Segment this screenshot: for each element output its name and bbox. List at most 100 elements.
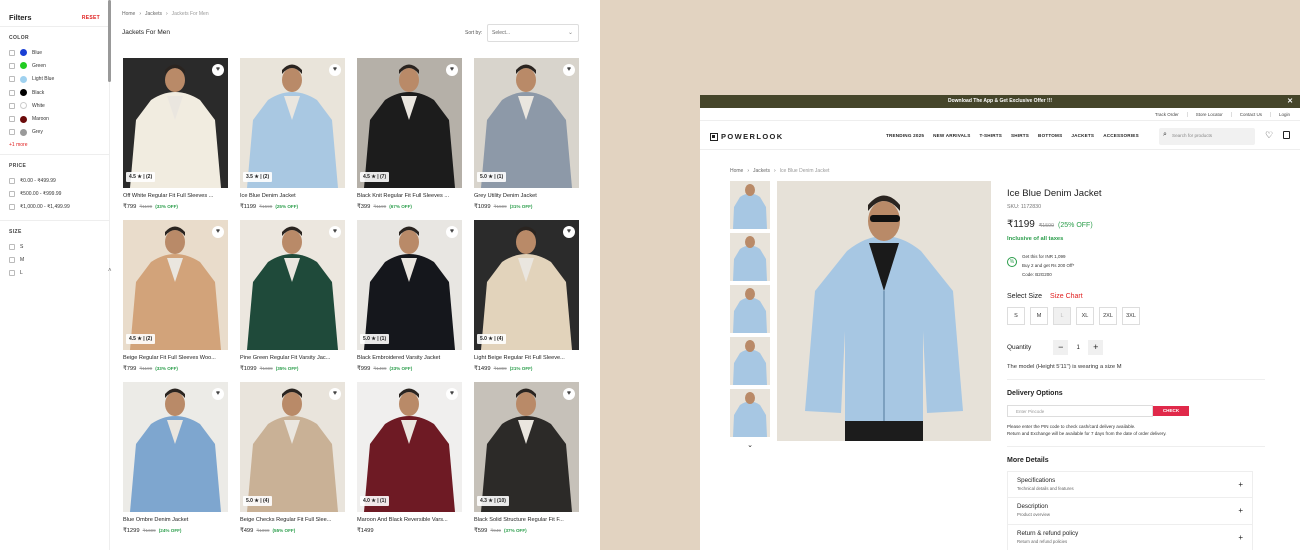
size-option[interactable]: S <box>9 240 100 253</box>
accordion-item[interactable]: Specifications Technical details and feat… <box>1007 471 1253 498</box>
color-option[interactable]: Light Blue <box>9 73 100 86</box>
product-image[interactable]: ♥ 4.3 ★ | (10) <box>474 382 579 512</box>
product-name[interactable]: Pine Green Regular Fit Varsity Jac... <box>240 355 345 361</box>
product-card[interactable]: ♥ Pine Green Regular Fit Varsity Jac... ₹1… <box>240 220 345 372</box>
nav-item[interactable]: NEW ARRIVALS <box>933 133 970 138</box>
product-image[interactable]: ♥ <box>240 220 345 350</box>
product-image[interactable]: ♥ 5.0 ★ | (1) <box>474 58 579 188</box>
size-option[interactable]: L <box>9 267 100 280</box>
plus-icon[interactable]: + <box>1238 533 1243 542</box>
check-pincode-button[interactable]: CHECK <box>1153 406 1189 416</box>
product-card[interactable]: ♥ Blue Ombre Denim Jacket ₹1299 ₹1699 (24% O… <box>123 382 228 534</box>
plus-icon[interactable]: + <box>1238 506 1243 515</box>
brand-logo[interactable]: POWERLOOK <box>710 132 784 141</box>
checkbox[interactable] <box>9 270 15 277</box>
product-thumbnail[interactable] <box>730 233 770 281</box>
product-image[interactable]: ♥ 5.0 ★ | (4) <box>240 382 345 512</box>
product-card[interactable]: ♥ 4.0 ★ | (1) Maroon And Black Reversible … <box>357 382 462 534</box>
promo-banner[interactable]: Download The App & Get Exclusive Offer !… <box>700 95 1300 108</box>
checkbox[interactable] <box>9 89 15 96</box>
quantity-value[interactable]: 1 <box>1068 345 1088 351</box>
nav-item[interactable]: ACCESSORIES <box>1103 133 1139 138</box>
product-name[interactable]: Black Embroidered Varsity Jacket <box>357 355 462 361</box>
color-option[interactable]: Blue <box>9 46 100 59</box>
product-image[interactable]: ♥ 4.5 ★ | (7) <box>357 58 462 188</box>
product-thumbnail[interactable] <box>730 285 770 333</box>
search-input[interactable]: ⌕ Search for products <box>1159 128 1255 145</box>
checkbox[interactable] <box>9 49 15 56</box>
wishlist-heart-icon[interactable]: ♥ <box>446 64 458 76</box>
store-locator-link[interactable]: Store Locator <box>1186 111 1223 117</box>
product-thumbnail[interactable] <box>730 389 770 437</box>
product-image[interactable]: ♥ 3.5 ★ | (2) <box>240 58 345 188</box>
size-option[interactable]: M <box>9 253 100 266</box>
product-image[interactable]: ♥ 4.5 ★ | (2) <box>123 220 228 350</box>
nav-item[interactable]: T-SHIRTS <box>979 133 1002 138</box>
nav-item[interactable]: JACKETS <box>1071 133 1094 138</box>
checkbox[interactable] <box>9 62 15 69</box>
product-image[interactable]: ♥ 4.0 ★ | (1) <box>357 382 462 512</box>
reset-filters-button[interactable]: RESET <box>82 15 100 21</box>
size-option-button[interactable]: L <box>1053 307 1071 325</box>
increase-quantity-button[interactable]: + <box>1088 340 1104 355</box>
wishlist-heart-icon[interactable]: ♥ <box>563 226 575 238</box>
chevron-down-icon[interactable]: ⌄ <box>730 441 770 449</box>
product-name[interactable]: Maroon And Black Reversible Vars... <box>357 517 462 523</box>
product-card[interactable]: ♥ 5.0 ★ | (4) Light Beige Regular Fit Full… <box>474 220 579 372</box>
price-option[interactable]: ₹1,000.00 - ₹1,499.99 <box>9 201 100 214</box>
color-option[interactable]: White <box>9 99 100 112</box>
checkbox[interactable] <box>9 116 15 123</box>
wishlist-heart-icon[interactable]: ♥ <box>329 226 341 238</box>
track-order-link[interactable]: Track Order <box>1155 112 1179 117</box>
product-name[interactable]: Grey Utility Denim Jacket <box>474 193 579 199</box>
color-option[interactable]: Grey <box>9 126 100 139</box>
scroll-up-arrow-icon[interactable]: ˄ <box>108 268 112 274</box>
breadcrumb-home[interactable]: Home <box>122 11 135 17</box>
breadcrumb-jackets[interactable]: Jackets <box>145 11 162 17</box>
checkbox[interactable] <box>9 191 15 198</box>
product-card[interactable]: ♥ 5.0 ★ | (1) Grey Utility Denim Jacket ₹10… <box>474 58 579 210</box>
product-card[interactable]: ♥ 4.5 ★ | (2) Off White Regular Fit Full S… <box>123 58 228 210</box>
wishlist-heart-icon[interactable]: ♥ <box>212 64 224 76</box>
price-option[interactable]: ₹500.00 - ₹999.99 <box>9 187 100 200</box>
wishlist-heart-icon[interactable]: ♥ <box>563 388 575 400</box>
size-option-button[interactable]: S <box>1007 307 1025 325</box>
product-card[interactable]: ♥ 5.0 ★ | (1) Black Embroidered Varsity Ja… <box>357 220 462 372</box>
product-name[interactable]: Beige Regular Fit Full Sleeves Woo... <box>123 355 228 361</box>
product-name[interactable]: Black Knit Regular Fit Full Sleeves ... <box>357 193 462 199</box>
size-option-button[interactable]: 3XL <box>1122 307 1140 325</box>
wishlist-heart-icon[interactable]: ♥ <box>329 388 341 400</box>
wishlist-heart-icon[interactable]: ♥ <box>212 388 224 400</box>
color-option[interactable]: Maroon <box>9 112 100 125</box>
accordion-item[interactable]: Description Product overview + <box>1007 498 1253 525</box>
product-name[interactable]: Off White Regular Fit Full Sleeves ... <box>123 193 228 199</box>
product-card[interactable]: ♥ 3.5 ★ | (2) Ice Blue Denim Jacket ₹1199 ₹1… <box>240 58 345 210</box>
contact-us-link[interactable]: Contact Us <box>1230 111 1262 117</box>
product-image[interactable]: ♥ <box>123 382 228 512</box>
wishlist-heart-icon[interactable]: ♥ <box>329 64 341 76</box>
wishlist-heart-icon[interactable]: ♥ <box>563 64 575 76</box>
accordion-item[interactable]: Return & refund policy Return and refund … <box>1007 525 1253 550</box>
nav-item[interactable]: BOTTOMS <box>1038 133 1062 138</box>
wishlist-heart-icon[interactable]: ♥ <box>446 226 458 238</box>
filters-scrollbar[interactable] <box>108 0 111 82</box>
decrease-quantity-button[interactable]: − <box>1053 340 1069 355</box>
checkbox[interactable] <box>9 102 15 109</box>
more-colors-link[interactable]: +1 more <box>9 142 100 148</box>
plus-icon[interactable]: + <box>1238 480 1243 489</box>
product-name[interactable]: Light Beige Regular Fit Full Sleeve... <box>474 355 579 361</box>
size-chart-link[interactable]: Size Chart <box>1050 293 1083 300</box>
wishlist-heart-icon[interactable]: ♥ <box>446 388 458 400</box>
size-option-button[interactable]: 2XL <box>1099 307 1117 325</box>
product-name[interactable]: Ice Blue Denim Jacket <box>240 193 345 199</box>
checkbox[interactable] <box>9 177 15 184</box>
product-image[interactable]: ♥ 5.0 ★ | (4) <box>474 220 579 350</box>
checkbox[interactable] <box>9 76 15 83</box>
close-icon[interactable]: ✕ <box>1287 95 1293 108</box>
color-option[interactable]: Green <box>9 59 100 72</box>
nav-item[interactable]: SHIRTS <box>1011 133 1029 138</box>
size-option-button[interactable]: XL <box>1076 307 1094 325</box>
product-card[interactable]: ♥ 4.3 ★ | (10) Black Solid Structure Regul… <box>474 382 579 534</box>
product-card[interactable]: ♥ 4.5 ★ | (2) Beige Regular Fit Full Sleev… <box>123 220 228 372</box>
price-option[interactable]: ₹0.00 - ₹499.99 <box>9 174 100 187</box>
